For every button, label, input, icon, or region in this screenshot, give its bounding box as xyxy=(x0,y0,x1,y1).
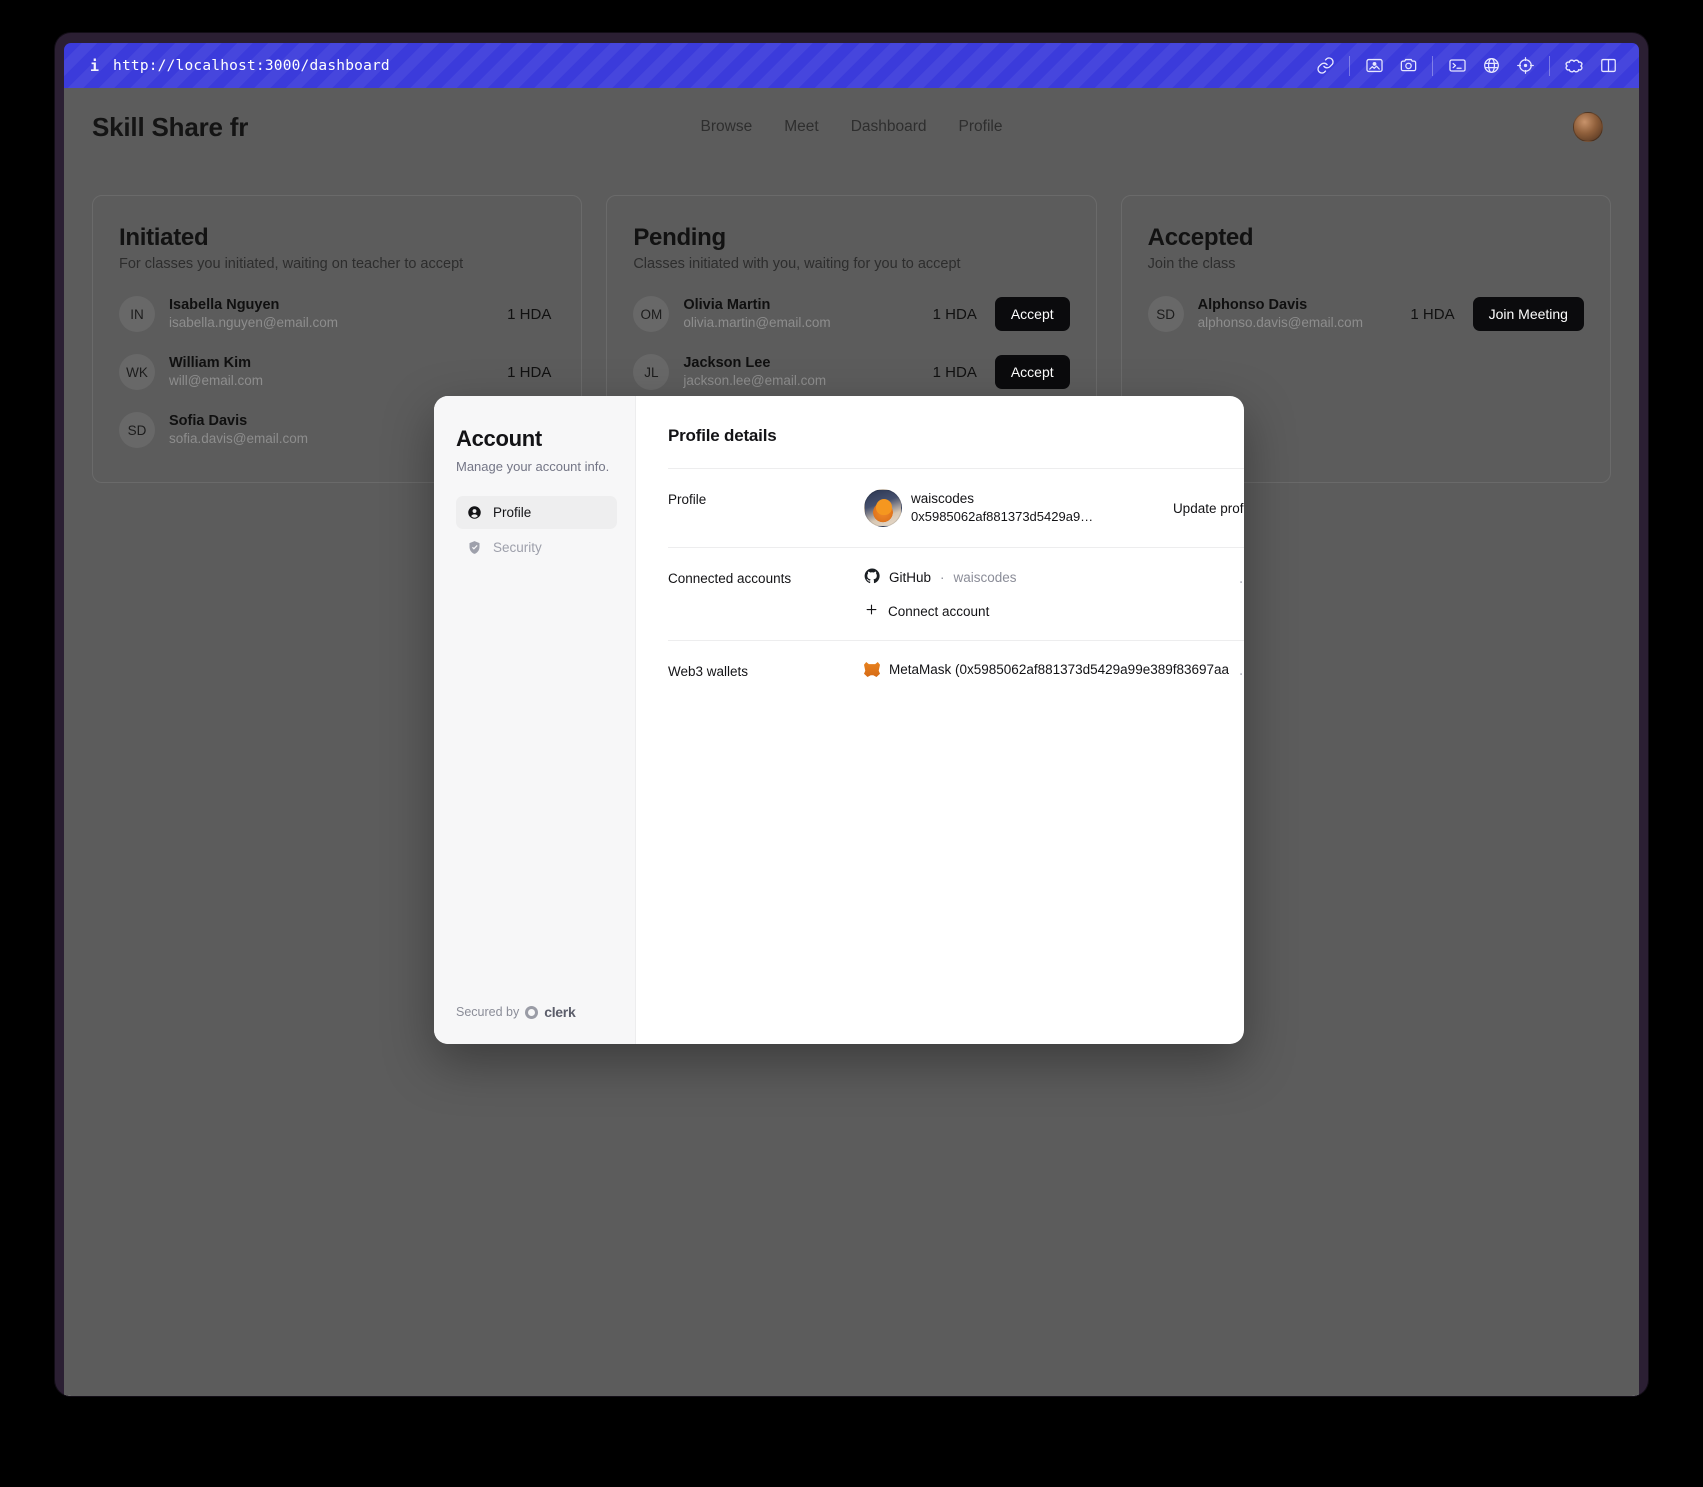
browser-toolbar: i http://localhost:3000/dashboard xyxy=(64,43,1639,88)
profile-row-label: Profile xyxy=(668,492,707,507)
metamask-icon xyxy=(864,662,880,677)
connected-accounts-row: Connected accounts GitHub · waiscodes … xyxy=(668,547,1244,640)
metamask-wallet-address: MetaMask (0x5985062af881373d5429a99e389f… xyxy=(889,662,1229,677)
dashboard-page: Skill Share fr Browse Meet Dashboard Pro… xyxy=(64,88,1639,1396)
modal-title: Account xyxy=(456,426,542,451)
toolbar-divider xyxy=(1549,55,1550,76)
toolbar-divider xyxy=(1432,55,1433,76)
page-viewport: Skill Share fr Browse Meet Dashboard Pro… xyxy=(64,88,1639,1396)
github-provider-label: GitHub xyxy=(889,570,932,585)
split-panel-icon[interactable] xyxy=(1591,49,1625,83)
separator-dot: · xyxy=(940,570,945,585)
modal-sidebar: Account Manage your account info. Profil… xyxy=(434,396,636,1044)
toolbar-actions xyxy=(1308,49,1625,83)
secured-by-clerk: Secured by clerk xyxy=(456,1004,576,1020)
connect-account-button[interactable]: Connect account xyxy=(864,602,989,620)
web3-wallets-row: Web3 wallets MetaMask (0x5985062af881373… xyxy=(668,640,1244,706)
profile-address: 0x5985062af881373d5429a9… xyxy=(911,509,1094,524)
user-circle-icon xyxy=(467,505,482,520)
update-profile-button[interactable]: Update profile xyxy=(1173,501,1244,516)
wallet-menu-button[interactable]: … xyxy=(1238,661,1244,678)
profile-details-heading: Profile details xyxy=(668,426,777,445)
clerk-brand-label: clerk xyxy=(544,1004,576,1020)
camera-icon[interactable] xyxy=(1391,49,1425,83)
secured-by-label: Secured by xyxy=(456,1005,520,1019)
modal-description: Manage your account info. xyxy=(456,459,610,474)
clerk-logo-icon xyxy=(525,1005,539,1019)
image-upload-icon[interactable] xyxy=(1357,49,1391,83)
puzzle-icon[interactable] xyxy=(1557,49,1591,83)
address-bar-url[interactable]: http://localhost:3000/dashboard xyxy=(113,58,390,74)
plus-icon xyxy=(864,602,879,620)
github-handle: waiscodes xyxy=(953,570,1017,585)
shield-icon xyxy=(467,540,482,555)
web3-wallets-label: Web3 wallets xyxy=(668,664,749,679)
sidebar-item-profile[interactable]: Profile xyxy=(456,496,617,529)
globe-icon[interactable] xyxy=(1474,49,1508,83)
profile-row: Profile waiscodes 0x5985062af881373d5429… xyxy=(668,468,1244,547)
toolbar-divider xyxy=(1349,55,1350,76)
account-modal: Account Manage your account info. Profil… xyxy=(434,396,1244,1044)
info-icon: i xyxy=(90,56,100,75)
github-icon xyxy=(864,568,880,587)
sidebar-item-label: Security xyxy=(493,540,542,555)
sidebar-item-label: Profile xyxy=(493,505,532,520)
profile-username: waiscodes xyxy=(911,491,975,507)
connected-accounts-label: Connected accounts xyxy=(668,571,792,586)
sidebar-item-security[interactable]: Security xyxy=(456,531,617,564)
modal-main: Profile details Profile waiscodes 0x5985… xyxy=(636,396,1244,1044)
connected-account-menu-button[interactable]: … xyxy=(1238,569,1244,586)
link-icon[interactable] xyxy=(1308,49,1342,83)
terminal-icon[interactable] xyxy=(1440,49,1474,83)
profile-avatar xyxy=(864,489,902,527)
device-frame: i http://localhost:3000/dashboard Skill … xyxy=(55,33,1648,1396)
connect-account-label: Connect account xyxy=(888,603,990,619)
crosshair-icon[interactable] xyxy=(1508,49,1542,83)
